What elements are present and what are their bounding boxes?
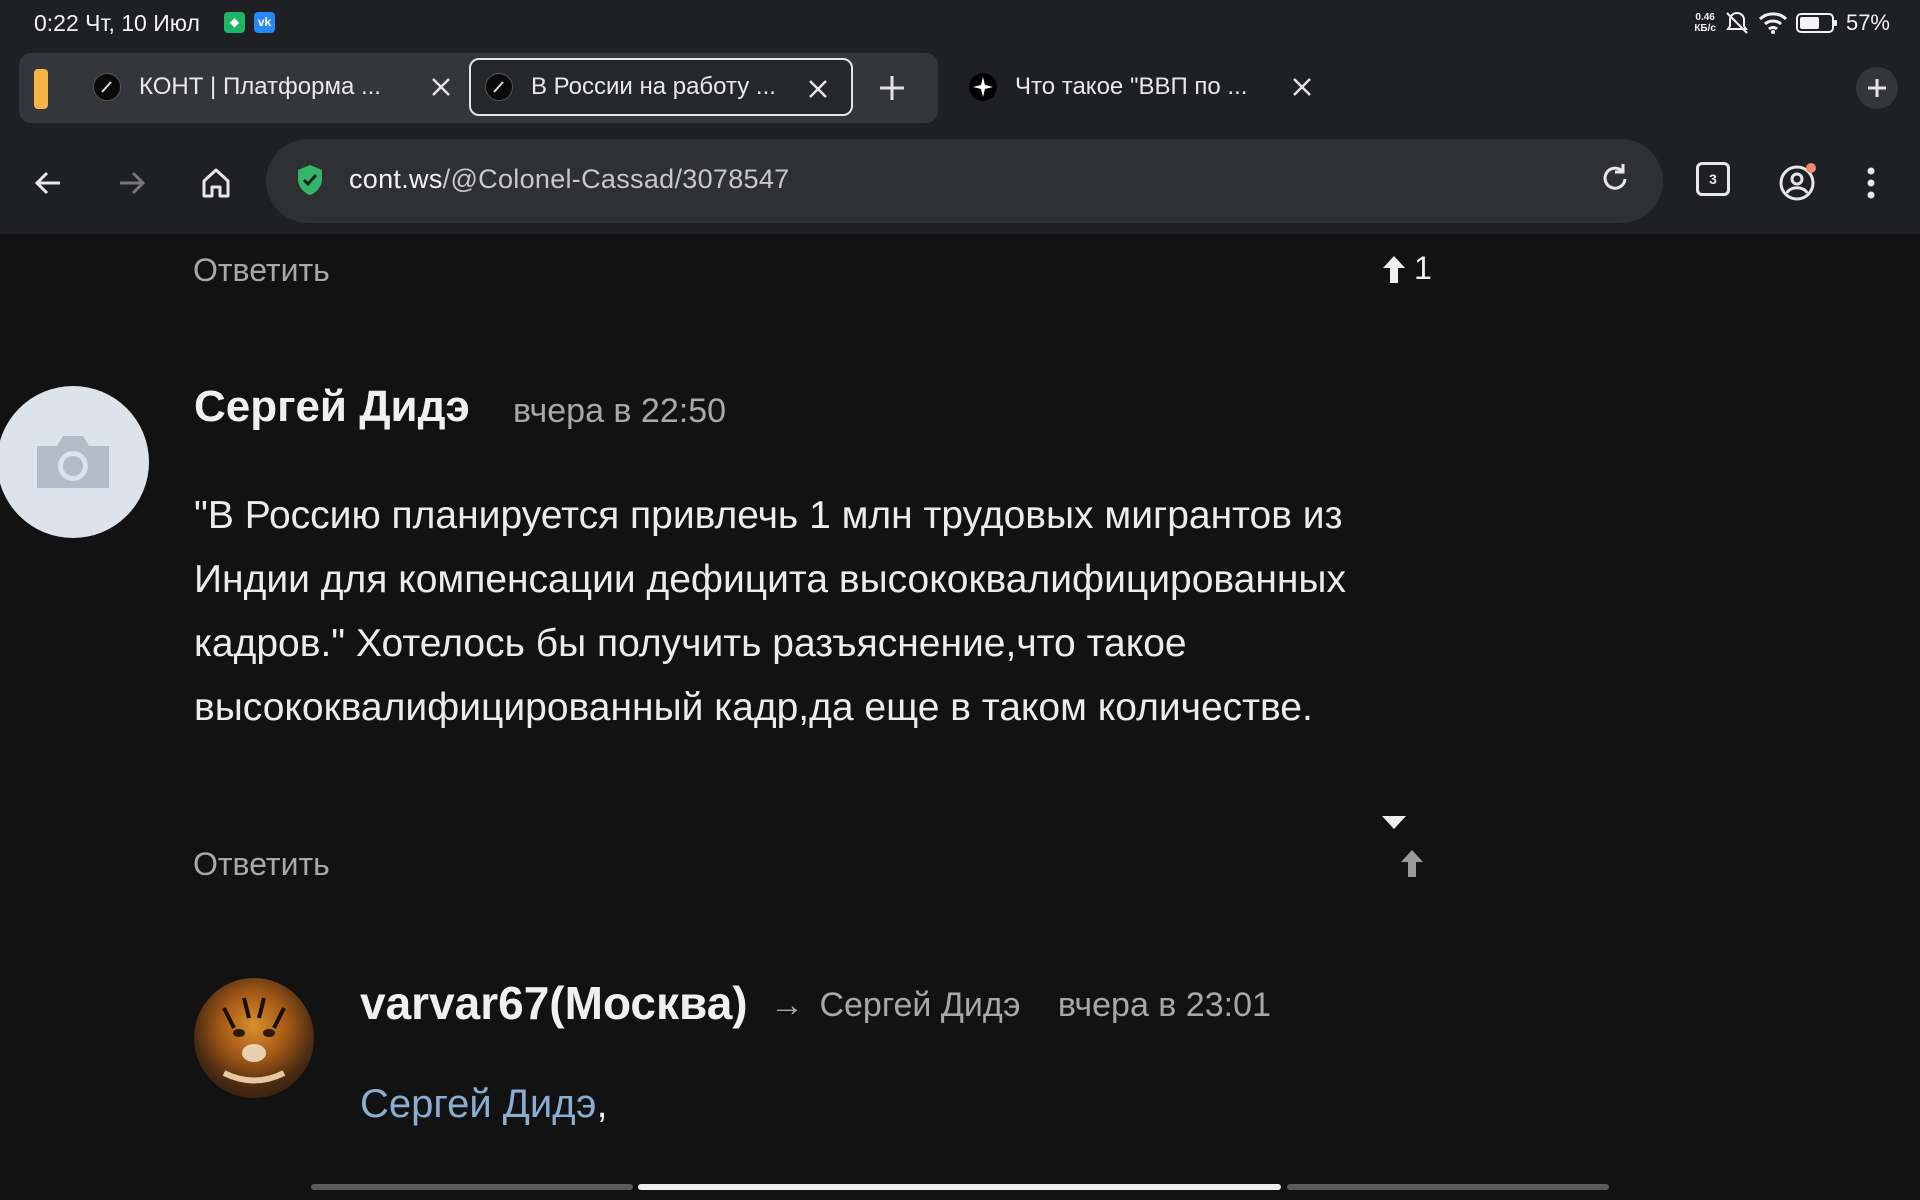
mention-link[interactable]: Сергей Дидэ — [360, 1082, 596, 1126]
kont-favicon-icon — [93, 73, 121, 101]
forward-button[interactable] — [111, 162, 153, 204]
home-button[interactable] — [195, 162, 237, 204]
status-time: 0:22 Чт, 10 Июл — [34, 10, 200, 36]
address-bar[interactable]: cont.ws/@Colonel-Cassad/3078547 — [266, 139, 1663, 223]
url-text[interactable]: cont.ws/@Colonel-Cassad/3078547 — [349, 164, 789, 195]
close-icon[interactable] — [805, 76, 831, 102]
avatar[interactable] — [194, 978, 314, 1098]
reply-meta: → Сергей Дидэ вчера в 23:01 — [770, 986, 1271, 1025]
home-icon — [202, 168, 230, 198]
menu-button[interactable] — [1850, 162, 1892, 204]
upvote-button[interactable]: 1 — [1382, 250, 1432, 287]
tiger-avatar-image — [222, 997, 286, 1084]
new-tab-button[interactable] — [1856, 67, 1898, 109]
tab-kont[interactable]: КОНТ | Платформа ... — [79, 58, 474, 116]
tab-strip: КОНТ | Платформа ... В России на работу … — [0, 46, 1920, 132]
tab-title: В России на работу ... — [531, 73, 776, 100]
comment-text: "В Россию планируется привлечь 1 млн тру… — [194, 494, 1346, 729]
downvote-icon[interactable] — [1382, 816, 1406, 830]
reply-link[interactable]: Ответить — [193, 252, 330, 289]
gesture-handle[interactable] — [638, 1184, 1281, 1190]
camera-icon — [37, 436, 109, 488]
sparkle-favicon-icon — [969, 73, 997, 101]
comment-author[interactable]: Сергей Дидэ — [194, 382, 470, 432]
arrow-left-icon — [34, 171, 60, 195]
arrow-up-icon — [1383, 255, 1405, 283]
page-content: Ответить 1 Сергей Дидэ вчера в 22:50 "В … — [0, 234, 1920, 1174]
secure-shield-icon[interactable] — [296, 163, 324, 197]
battery-icon — [1795, 13, 1837, 33]
reply-arrow: → — [770, 986, 804, 1024]
wifi-icon — [1758, 12, 1787, 34]
shield-notification-icon: ◆ — [224, 12, 245, 33]
back-button[interactable] — [27, 162, 69, 204]
reply-to-user[interactable]: Сергей Дидэ — [819, 986, 1020, 1024]
reply-text: Сергей Дидэ, — [360, 1082, 608, 1126]
status-indicators: 0.46 КБ/с 57% — [1694, 8, 1890, 38]
net-speed: 0.46 КБ/с — [1694, 12, 1716, 34]
arrow-right-icon — [120, 171, 146, 195]
account-button[interactable] — [1776, 162, 1818, 204]
battery-percent: 57% — [1845, 10, 1890, 35]
close-icon[interactable] — [1289, 74, 1315, 100]
comment-time[interactable]: вчера в 22:50 — [513, 392, 726, 431]
close-icon[interactable] — [428, 74, 454, 100]
more-vert-icon — [1867, 167, 1875, 199]
reply-author[interactable]: varvar67(Москва) — [360, 976, 748, 1030]
vote-count: 1 — [1414, 250, 1432, 286]
tab-switcher-button[interactable]: 3 — [1696, 162, 1730, 196]
bell-muted-icon — [1726, 11, 1748, 34]
gesture-segment — [1287, 1184, 1609, 1190]
vk-notification-icon: vk — [254, 12, 275, 33]
gesture-segment — [311, 1184, 633, 1190]
reload-icon[interactable] — [1597, 161, 1633, 197]
avatar[interactable] — [0, 386, 149, 538]
browser-toolbar: cont.ws/@Colonel-Cassad/3078547 3 — [0, 132, 1920, 234]
tab-group: КОНТ | Платформа ... В России на работу … — [19, 53, 938, 123]
tab-title: КОНТ | Платформа ... — [139, 73, 381, 100]
upvote-icon[interactable] — [1400, 848, 1424, 878]
tab-gdp[interactable]: Что такое "ВВП по ... — [955, 58, 1335, 116]
gesture-bar — [0, 1174, 1920, 1200]
plus-icon — [1868, 79, 1886, 97]
kont-favicon-icon — [485, 73, 513, 101]
reply-link[interactable]: Ответить — [193, 846, 330, 883]
reply-time[interactable]: вчера в 23:01 — [1058, 986, 1271, 1024]
account-icon — [1779, 163, 1816, 201]
tab-group-indicator[interactable] — [34, 69, 48, 109]
tab-title: Что такое "ВВП по ... — [1015, 73, 1248, 100]
status-bar: 0:22 Чт, 10 Июл ◆ vk 0.46 КБ/с 57% — [0, 0, 1920, 46]
plus-icon[interactable] — [875, 71, 909, 105]
tab-article-active[interactable]: В России на работу ... — [469, 58, 853, 116]
